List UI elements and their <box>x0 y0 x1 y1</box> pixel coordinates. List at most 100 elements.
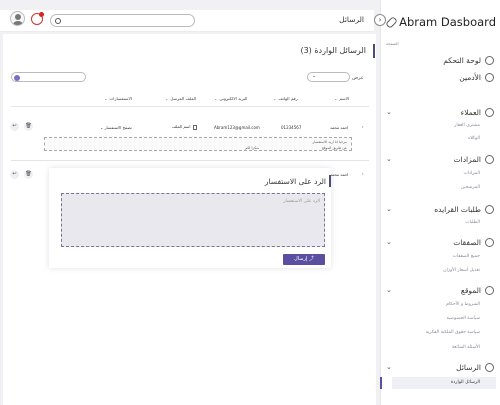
delete-icon[interactable]: 🗑 <box>24 170 33 179</box>
cell-inquiry[interactable]: ⌄ تصفح الاستفسار <box>100 125 132 130</box>
requests-icon <box>485 204 494 214</box>
table-search-input[interactable] <box>11 72 86 82</box>
sidebar-subitem-terms[interactable]: الشروط و الأحكام <box>384 302 480 307</box>
table-divider <box>11 106 369 107</box>
sidebar-item-label: العملاء <box>460 107 481 117</box>
column-header-label: الاستفسارات <box>109 96 132 101</box>
message-line: عن طريق الموقع <box>322 146 347 150</box>
sidebar-item-label: الأدمين <box>459 72 481 82</box>
sidebar-subitem-inbox[interactable]: الرسائل الواردة <box>392 377 496 389</box>
sidebar-subitem-faq[interactable]: الأسئلة الشائعة <box>384 345 480 350</box>
sidebar-caption: الصفحة <box>386 41 399 46</box>
sidebar-item-label: طلبات القرايده <box>434 204 481 214</box>
send-button[interactable]: إرسال ⤴ <box>283 254 325 265</box>
sidebar-item-label: لوحة التحكم <box>443 55 481 65</box>
messages-icon <box>485 362 494 372</box>
sidebar-item-customers[interactable]: ⌄ العملاء <box>384 105 496 119</box>
sidebar-item-admin[interactable]: الأدمين <box>384 70 496 84</box>
chevron-down-icon: ⌄ <box>312 73 317 79</box>
brand-name: Abram Dasboard <box>399 15 496 29</box>
sidebar-active-indicator <box>380 377 382 389</box>
column-header-inquiries[interactable]: ⌄ الاستفسارات <box>104 96 132 101</box>
delete-icon[interactable]: 🗑 <box>24 122 33 131</box>
show-entries-select[interactable]: ⌄ <box>307 72 350 82</box>
chevron-down-icon: ⌄ <box>386 238 392 246</box>
file-name: اسم الملف <box>172 124 191 129</box>
column-header-label: الملف المرسل <box>170 96 197 101</box>
message-line: مرحبا انا اريد الاستفسار <box>312 140 347 144</box>
sidebar-subitem-agents[interactable]: الوكلاء <box>384 136 480 141</box>
chevron-down-icon: ⌄ <box>386 363 392 371</box>
cell-name: احمد محمد <box>330 125 349 130</box>
message-preview: مرحبا انا اريد الاستفسار عن طريق الموقع … <box>44 137 352 151</box>
sidebar-subitem-ip-policy[interactable]: سياسة حقوق الملكية الفكرية <box>384 330 480 335</box>
sort-icon: ⌄ <box>165 96 169 101</box>
reply-placeholder: الرد على الاستفسار <box>283 199 320 204</box>
reply-icon[interactable]: ↩ <box>10 122 19 131</box>
column-header-email[interactable]: ⌄ البريد الالكتروني <box>214 96 247 101</box>
sidebar-subitem-candidates[interactable]: المرشحين <box>384 185 480 190</box>
sort-icon: ⌄ <box>273 96 277 101</box>
title-accent-bar <box>329 175 331 187</box>
dashboard-icon <box>485 55 494 65</box>
sidebar-subitem-auctions[interactable]: المزادات <box>384 171 480 176</box>
sidebar-subitem-requests[interactable]: الطلبات <box>384 220 480 225</box>
page-title: الرسائل <box>339 15 364 24</box>
sidebar-item-messages[interactable]: ⌄ الرسائل <box>384 360 496 374</box>
cell-email: Abram123@gmail.com <box>214 125 260 130</box>
sort-icon: ⌄ <box>104 96 108 101</box>
notification-dot <box>39 12 44 17</box>
sort-icon: ⌄ <box>334 96 338 101</box>
cell-name: احمد محمد <box>330 172 349 177</box>
sidebar-item-label: الموقع <box>460 285 481 295</box>
table-divider <box>11 160 369 161</box>
column-header-file[interactable]: ⌄ الملف المرسل <box>165 96 196 101</box>
sidebar-item-deals[interactable]: ⌄ الصفقات <box>384 235 496 249</box>
chevron-down-icon: ⌄ <box>386 286 392 294</box>
sidebar-subitem-buyers[interactable]: مشتري العقار <box>384 123 480 128</box>
sidebar-item-requests[interactable]: ⌄ طلبات القرايده <box>384 202 496 216</box>
show-entries-label: عرض <box>352 75 364 81</box>
avatar[interactable] <box>10 11 25 26</box>
sidebar-item-auctions[interactable]: ⌄ المزادات <box>384 152 496 166</box>
brand: Abram Dasboard <box>385 14 496 30</box>
inbox-title: الرسائل الواردة (3) <box>300 46 366 55</box>
column-header-label: رقم الهاتف <box>278 96 298 101</box>
search-icon <box>14 74 20 81</box>
sidebar-subitem-edit-prices[interactable]: تعديل أسعار الأوزان <box>384 268 480 273</box>
message-line: شكرا لكم <box>245 146 260 150</box>
cell-phone: 01234567 <box>281 125 302 130</box>
column-header-phone[interactable]: ⌄ رقم الهاتف <box>273 96 298 101</box>
column-header-label: الاسم <box>339 96 350 101</box>
notifications-bell-icon[interactable] <box>31 12 44 25</box>
auctions-icon <box>485 154 494 164</box>
send-icon: ⤴ <box>308 256 314 262</box>
row-expand-icon[interactable]: › <box>362 171 364 176</box>
customers-icon <box>485 107 494 117</box>
send-button-label: إرسال <box>294 256 308 262</box>
cell-file[interactable]: اسم الملف <box>172 124 197 130</box>
search-input[interactable] <box>50 14 195 27</box>
search-icon <box>55 17 61 24</box>
reply-textarea[interactable]: الرد على الاستفسار <box>61 193 325 247</box>
column-header-label: البريد الالكتروني <box>219 96 248 101</box>
sidebar-item-dashboard[interactable]: لوحة التحكم <box>384 53 496 67</box>
inquiry-label: تصفح الاستفسار <box>104 125 132 130</box>
chevron-down-icon: ⌄ <box>386 205 392 213</box>
row-expand-icon[interactable]: › <box>362 124 364 129</box>
sidebar-item-label: الصفقات <box>453 237 481 247</box>
sidebar-item-site[interactable]: ⌄ الموقع <box>384 283 496 297</box>
reply-icon[interactable]: ↩ <box>10 170 19 179</box>
sidebar-subitem-privacy[interactable]: سياسة الخصوصية <box>384 316 480 321</box>
sidebar-subitem-all-deals[interactable]: جميع الصفقات <box>384 254 480 259</box>
sidebar-toggle-button[interactable]: › <box>374 14 386 26</box>
sort-icon: ⌄ <box>214 96 218 101</box>
sidebar-item-label: الرسائل <box>456 362 481 372</box>
admin-icon <box>485 72 494 82</box>
column-header-name[interactable]: ⌄ الاسم <box>334 96 349 101</box>
chevron-down-icon: ⌄ <box>386 108 392 116</box>
attachment-icon <box>192 124 197 130</box>
title-accent-bar <box>373 44 375 58</box>
chevron-down-icon: ⌄ <box>386 155 392 163</box>
site-icon <box>485 285 494 295</box>
